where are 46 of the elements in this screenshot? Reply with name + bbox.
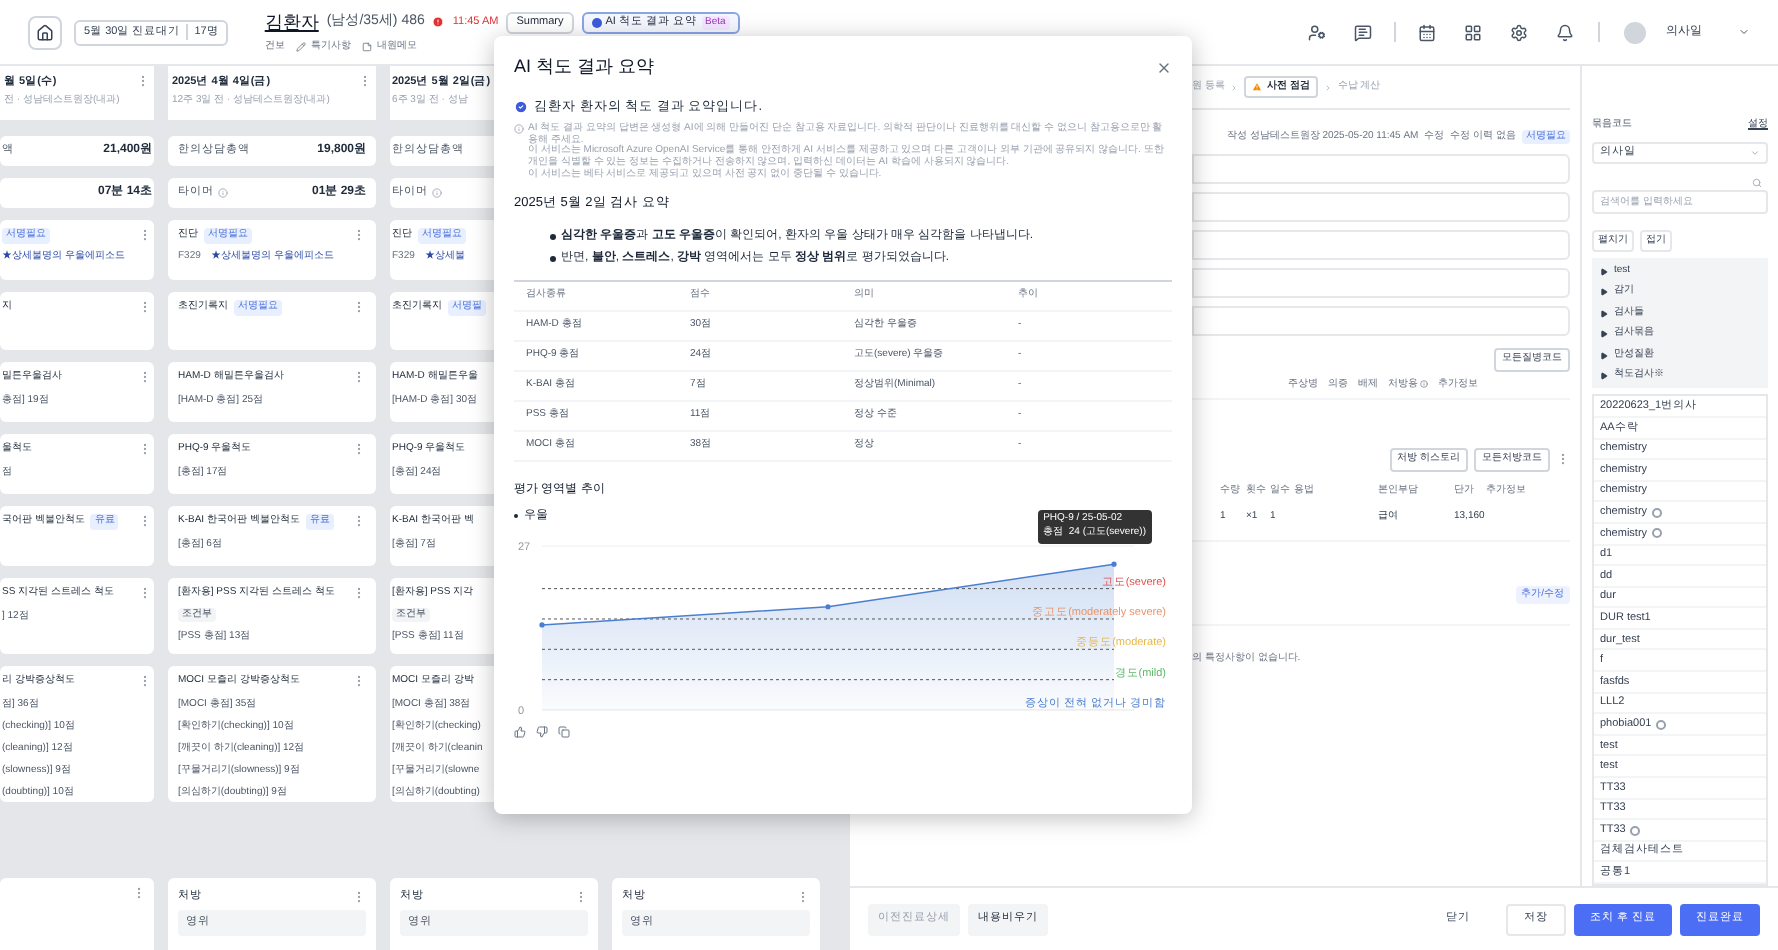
search-icon — [1752, 178, 1762, 189]
input-field[interactable] — [1192, 306, 1570, 336]
message-icon[interactable] — [1354, 23, 1372, 41]
caret-icon — [1600, 309, 1608, 318]
caret-icon — [1600, 351, 1608, 360]
user-icon[interactable] — [1308, 23, 1326, 41]
thumbs-up-icon[interactable] — [514, 725, 526, 738]
warning-icon — [1252, 82, 1263, 92]
alert-icon — [432, 16, 445, 29]
input-field[interactable] — [1192, 154, 1570, 184]
dialog-title: AI 척도 결과 요약 — [514, 54, 655, 80]
settings-icon[interactable] — [1510, 23, 1528, 41]
caret-icon — [1600, 267, 1608, 276]
info-icon — [514, 124, 524, 135]
chevron-down-icon[interactable] — [1738, 26, 1750, 38]
bell-icon[interactable] — [1556, 23, 1574, 41]
ai-icon — [591, 17, 602, 28]
data-point[interactable] — [1111, 561, 1117, 567]
input-field[interactable] — [1192, 230, 1570, 260]
input-field[interactable] — [1192, 268, 1570, 298]
shared-icon — [1629, 825, 1640, 836]
info-icon — [218, 188, 228, 198]
note-icon — [362, 42, 373, 53]
bullet-icon — [550, 256, 555, 262]
caret-icon — [1600, 330, 1608, 339]
info-icon — [1420, 380, 1428, 389]
pencil-icon — [296, 42, 307, 53]
data-point[interactable] — [825, 604, 831, 610]
check-icon — [514, 99, 528, 114]
caret-icon — [1600, 372, 1608, 381]
grid-icon[interactable] — [1464, 23, 1482, 41]
info-icon — [432, 188, 442, 198]
thumbs-down-icon[interactable] — [536, 725, 548, 738]
data-point[interactable] — [539, 622, 545, 628]
input-field[interactable] — [1192, 192, 1570, 222]
avatar[interactable] — [1624, 21, 1646, 43]
home-icon — [36, 23, 54, 41]
bullet-icon — [550, 234, 555, 240]
caret-icon — [1600, 288, 1608, 297]
home-button[interactable] — [28, 15, 62, 49]
shared-icon — [1655, 719, 1666, 730]
patient-name[interactable]: 김환자 — [264, 9, 319, 36]
close-icon[interactable] — [1156, 59, 1172, 76]
chevron-down-icon — [1750, 147, 1760, 158]
calendar-icon[interactable] — [1418, 23, 1436, 41]
copy-icon[interactable] — [558, 725, 570, 738]
